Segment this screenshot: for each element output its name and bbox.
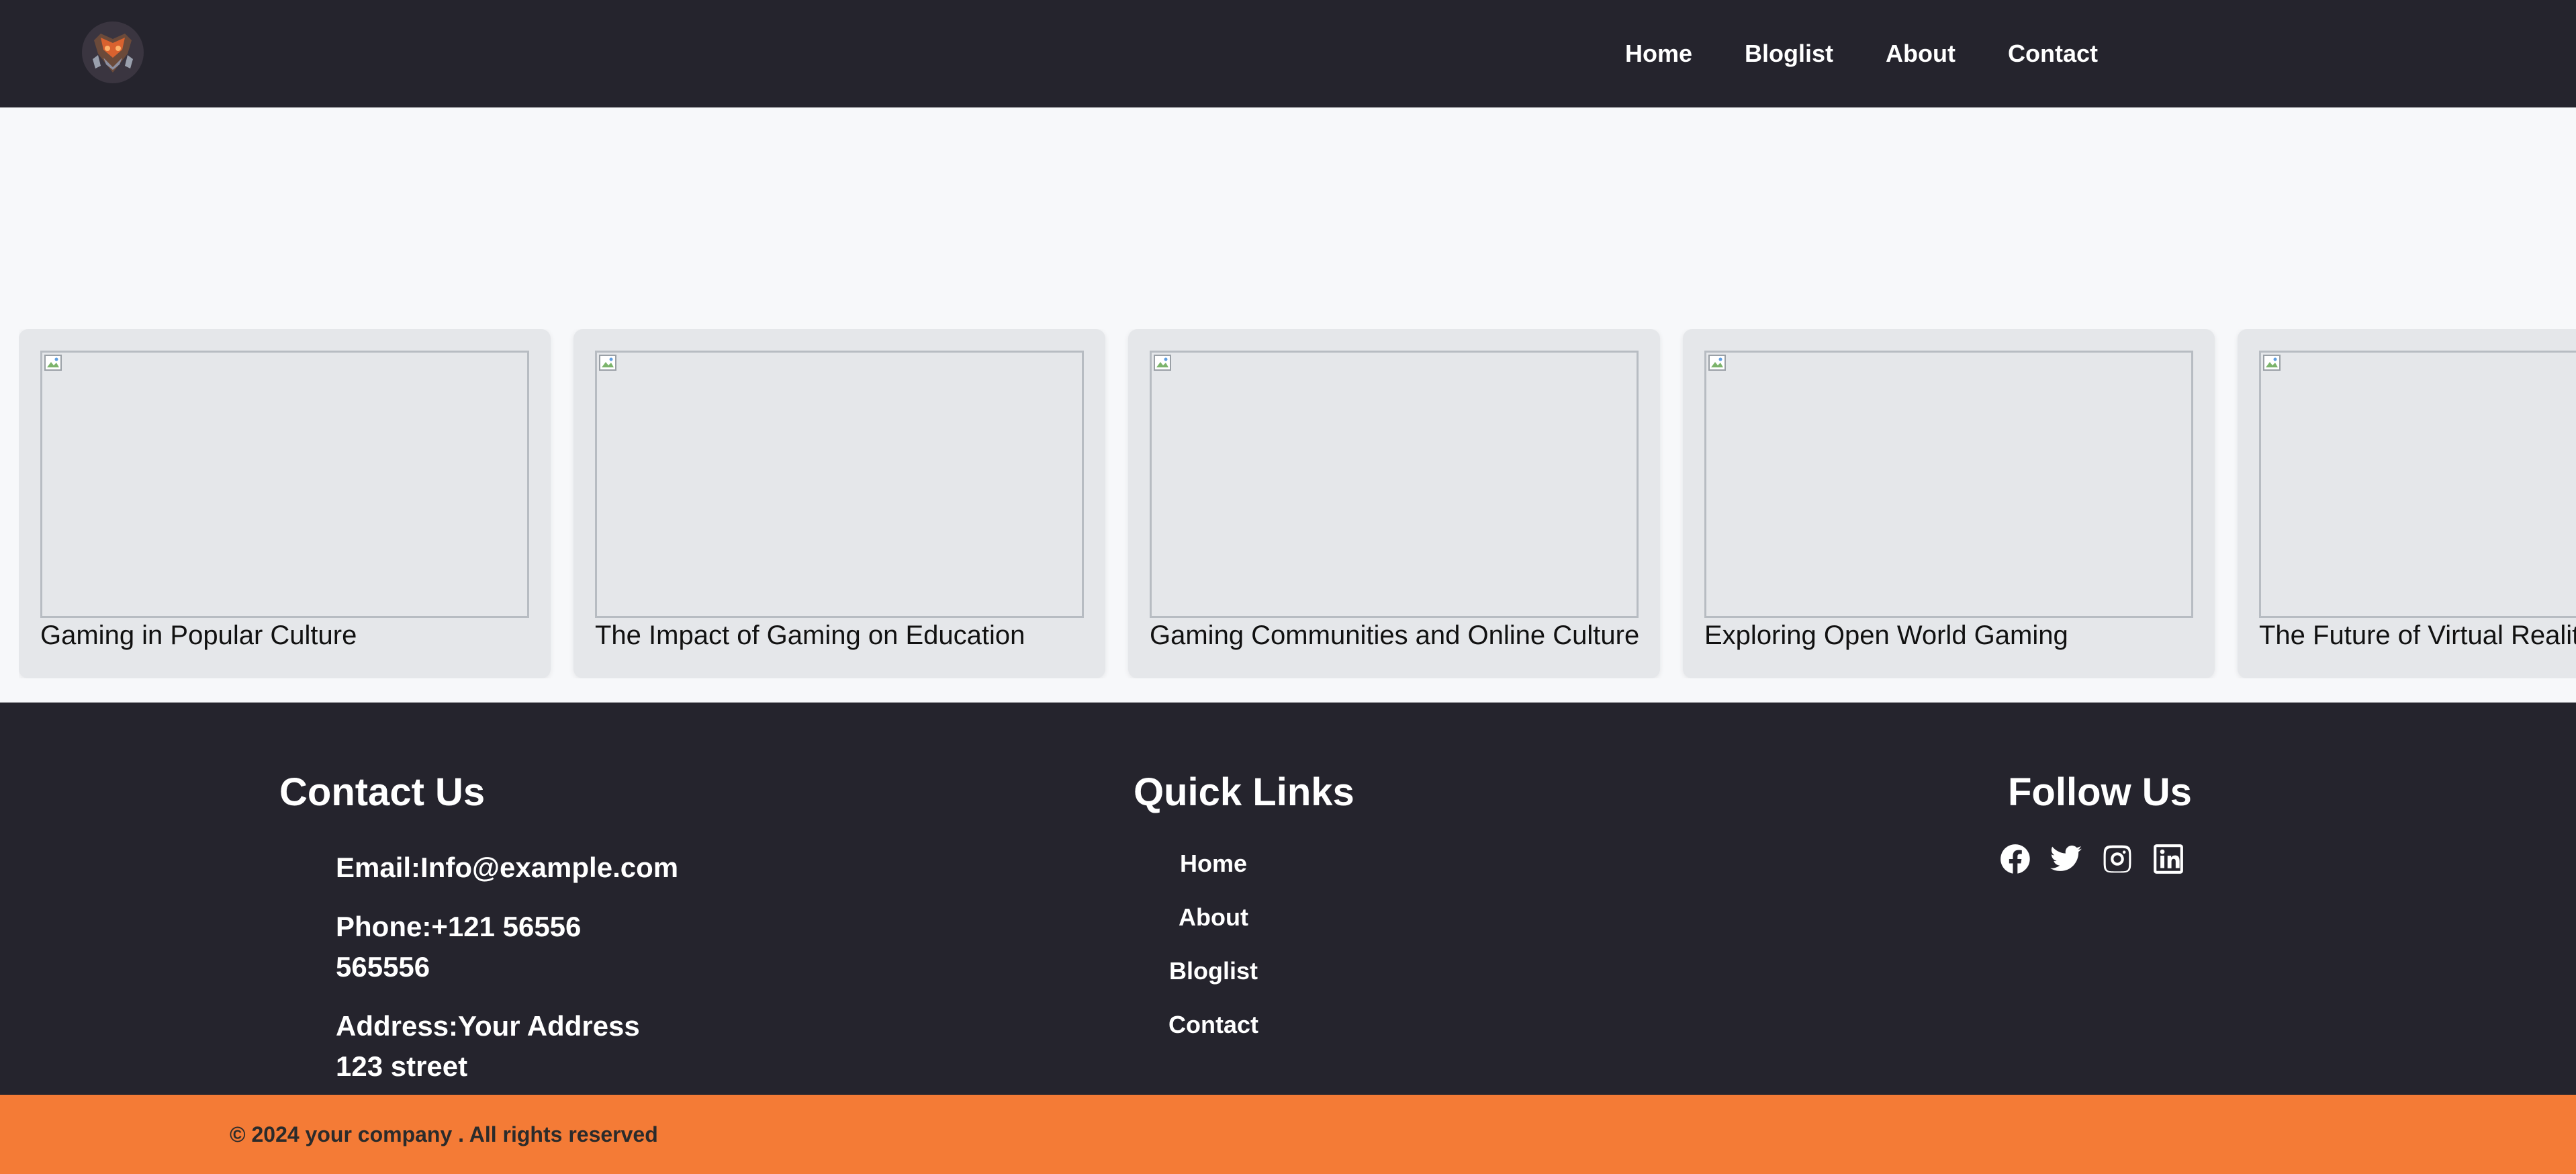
quick-links-heading: Quick Links <box>1134 770 1354 814</box>
social-links <box>1998 842 2185 876</box>
main-nav: Home Bloglist About Contact <box>1625 0 2098 107</box>
twitter-icon[interactable] <box>2050 842 2083 876</box>
top-navbar: Home Bloglist About Contact <box>0 0 2576 107</box>
quick-link-home[interactable]: Home <box>1180 846 1247 881</box>
blog-card[interactable]: Gaming Communities and Online Culture <box>1128 329 1660 678</box>
blog-card[interactable]: The Future of Virtual Reality Gaming <box>2238 329 2576 678</box>
card-title[interactable]: Gaming Communities and Online Culture <box>1150 621 1639 651</box>
broken-image-icon <box>1708 355 1726 371</box>
follow-us-heading: Follow Us <box>2008 770 2192 814</box>
blog-card[interactable]: The Impact of Gaming on Education <box>573 329 1105 678</box>
broken-image-icon <box>599 355 616 371</box>
contact-us-heading: Contact Us <box>279 770 486 814</box>
contact-list: Email:Info@example.com Phone:+121 56556 … <box>336 848 679 1105</box>
site-footer: Contact Us Email:Info@example.com Phone:… <box>0 703 2576 1095</box>
card-image-placeholder <box>1704 351 2193 618</box>
blog-card[interactable]: Gaming in Popular Culture <box>19 329 551 678</box>
card-image-placeholder <box>40 351 529 618</box>
card-image-placeholder <box>595 351 1084 618</box>
card-image-placeholder <box>2259 351 2576 618</box>
quick-link-contact[interactable]: Contact <box>1168 1007 1258 1042</box>
quick-link-bloglist[interactable]: Bloglist <box>1169 954 1258 989</box>
nav-home-link[interactable]: Home <box>1625 40 1692 68</box>
facebook-icon[interactable] <box>1998 842 2032 876</box>
broken-image-icon <box>2263 355 2281 371</box>
nav-about-link[interactable]: About <box>1886 40 1956 68</box>
card-title[interactable]: The Impact of Gaming on Education <box>595 621 1025 651</box>
blog-card-row: Gaming in Popular Culture The Impact of … <box>19 329 2576 678</box>
broken-image-icon <box>44 355 62 371</box>
logo-icon[interactable] <box>81 20 145 85</box>
broken-image-icon <box>1154 355 1171 371</box>
contact-address: Address:Your Address 123 street <box>336 1010 640 1082</box>
card-title[interactable]: Exploring Open World Gaming <box>1704 621 2068 651</box>
card-title[interactable]: Gaming in Popular Culture <box>40 621 357 651</box>
card-title[interactable]: The Future of Virtual Reality Gaming <box>2259 621 2576 651</box>
instagram-icon[interactable] <box>2101 842 2134 876</box>
contact-email: Email:Info@example.com <box>336 852 679 883</box>
quick-links-list: Home About Bloglist Contact <box>1142 846 1285 1042</box>
nav-bloglist-link[interactable]: Bloglist <box>1745 40 1833 68</box>
copyright-bar: © 2024 your company . All rights reserve… <box>0 1095 2576 1174</box>
nav-contact-link[interactable]: Contact <box>2008 40 2098 68</box>
card-image-placeholder <box>1150 351 1639 618</box>
contact-phone: Phone:+121 56556 565556 <box>336 911 582 983</box>
blog-card[interactable]: Exploring Open World Gaming <box>1683 329 2215 678</box>
copyright-text: © 2024 your company . All rights reserve… <box>230 1122 658 1146</box>
linkedin-icon[interactable] <box>2152 842 2185 876</box>
quick-link-about[interactable]: About <box>1179 900 1248 935</box>
